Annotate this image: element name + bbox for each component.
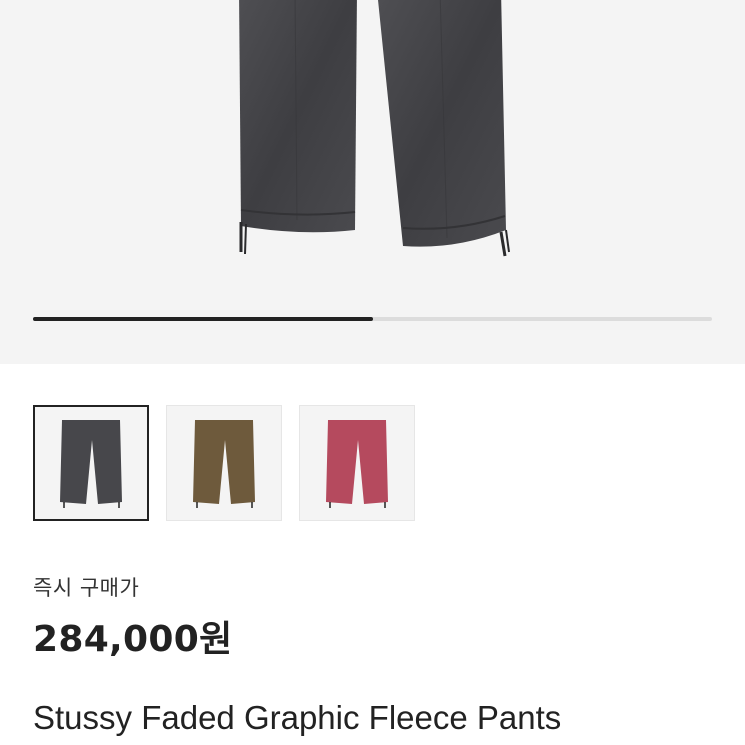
thumbnail-list <box>33 405 415 521</box>
pants-thumbnail-image <box>193 420 255 508</box>
product-image-carousel[interactable] <box>0 0 745 364</box>
carousel-progress-fill <box>33 317 373 321</box>
price-label: 즉시 구매가 <box>33 576 140 600</box>
product-main-image <box>239 0 510 257</box>
product-title: Stussy Faded Graphic Fleece Pants <box>33 699 562 736</box>
thumbnail-charcoal[interactable] <box>33 405 149 521</box>
price-value: 284,000원 <box>33 619 233 660</box>
pants-thumbnail-image <box>326 420 388 508</box>
thumbnail-pink[interactable] <box>299 405 415 521</box>
carousel-progress-track <box>33 317 712 321</box>
pants-thumbnail-image <box>60 420 122 508</box>
thumbnail-brown[interactable] <box>166 405 282 521</box>
